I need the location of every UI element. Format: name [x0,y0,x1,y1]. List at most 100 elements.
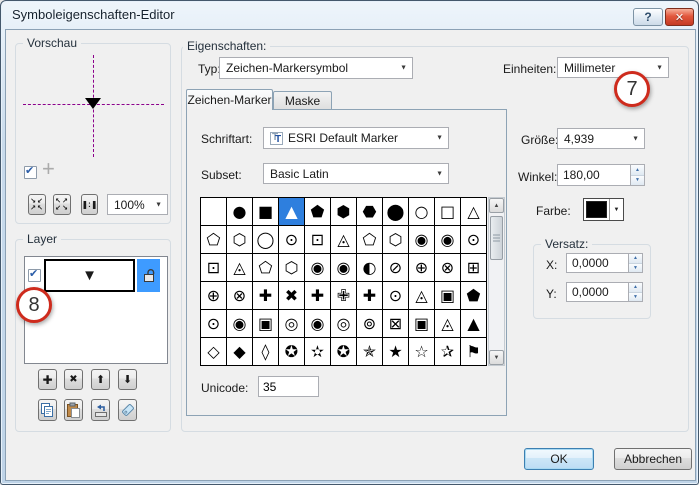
glyph-cell[interactable]: ⬟ [305,198,330,225]
glyph-cell[interactable]: ◉ [435,226,460,253]
glyph-cell[interactable]: ✚ [357,282,382,309]
glyph-cell[interactable]: ⊡ [305,226,330,253]
glyph-cell[interactable]: ✙ [331,282,356,309]
glyph-cell[interactable]: ⊞ [461,254,486,281]
color-picker[interactable]: ▼ [583,198,624,221]
glyph-cell[interactable]: ◉ [331,254,356,281]
glyph-cell[interactable]: ⬠ [253,254,278,281]
glyph-cell[interactable]: ◉ [305,310,330,337]
glyph-cell[interactable]: ⬡ [279,254,304,281]
glyph-cell[interactable]: ⊙ [461,226,486,253]
glyph-cell[interactable]: ⊙ [279,226,304,253]
glyph-cell[interactable]: ⊗ [435,254,460,281]
glyph-cell[interactable]: ⬢ [331,198,356,225]
glyph-cell[interactable]: ★ [383,338,408,365]
glyph-cell[interactable]: ◊ [253,338,278,365]
glyph-cell[interactable]: ⊕ [409,254,434,281]
close-button[interactable]: ✕ [665,8,694,26]
glyph-cell[interactable]: ◎ [331,310,356,337]
glyph-cell[interactable]: ◬ [409,282,434,309]
glyph-cell[interactable]: ✚ [305,282,330,309]
ok-button[interactable]: OK [524,448,594,470]
tab-maske[interactable]: Maske [273,91,332,110]
glyph-cell[interactable]: □ [435,198,460,225]
layer-lock-cell[interactable] [137,259,160,292]
spinner-buttons[interactable]: ▲ ▼ [630,165,644,185]
zoom-level-dropdown[interactable]: 100% ▼ [107,194,168,215]
tab-zeichen-marker[interactable]: Zeichen-Marker [186,89,273,110]
glyph-cell[interactable]: ⊙ [383,282,408,309]
offset-y-spinner[interactable]: 0,0000 ▲ ▼ [566,282,643,302]
glyph-cell[interactable]: ⊘ [383,254,408,281]
glyph-cell[interactable]: ⬠ [357,226,382,253]
glyph-cell[interactable]: ◬ [331,226,356,253]
glyph-cell[interactable]: ◬ [227,254,252,281]
glyph-cell[interactable]: ⬤ [383,198,408,225]
glyph-cell[interactable]: ◇ [201,338,226,365]
glyph-cell[interactable]: ⊡ [201,254,226,281]
glyph-cell[interactable]: ▣ [253,310,278,337]
size-dropdown[interactable]: 4,939 ▼ [557,128,645,149]
cancel-button[interactable]: Abbrechen [614,448,692,470]
glyph-cell[interactable]: △ [461,198,486,225]
glyph-grid-scrollbar[interactable]: ▲ ▼ [488,197,505,366]
angle-spinner[interactable]: 180,00 ▲ ▼ [557,164,645,186]
glyph-cell[interactable] [201,198,226,225]
tag-button[interactable] [118,399,137,421]
zoom-extent-button[interactable]: ↖↗↙↘ [53,194,71,215]
glyph-cell[interactable]: ◉ [305,254,330,281]
glyph-cell[interactable]: ◐ [357,254,382,281]
add-layer-button[interactable]: ✚ [38,369,57,390]
layer-list-item[interactable]: ✔ ▼ [25,257,167,294]
spinner-buttons[interactable]: ▲ ▼ [628,283,642,301]
move-layer-up-button[interactable]: ⬆ [91,369,110,390]
glyph-cell[interactable]: ■ [253,198,278,225]
layer-visible-checkbox[interactable]: ✔ [28,269,41,282]
glyph-cell[interactable]: ⬡ [383,226,408,253]
copy-layer-button[interactable] [38,399,57,421]
glyph-cell[interactable]: ◎ [279,310,304,337]
glyph-cell[interactable]: ▣ [435,282,460,309]
glyph-cell[interactable]: ⬣ [357,198,382,225]
glyph-cell[interactable]: ● [227,198,252,225]
glyph-cell[interactable]: ◉ [227,310,252,337]
spinner-buttons[interactable]: ▲ ▼ [628,254,642,272]
glyph-cell[interactable]: ⬡ [227,226,252,253]
glyph-cell[interactable]: ◆ [227,338,252,365]
glyph-cell[interactable]: ○ [409,198,434,225]
help-button[interactable]: ? [633,8,663,26]
zoom-one-to-one-button[interactable]: ❚:❚ [81,194,98,215]
subset-dropdown[interactable]: Basic Latin ▼ [263,163,449,184]
glyph-cell[interactable]: ⊗ [227,282,252,309]
font-dropdown[interactable]: TT ESRI Default Marker ▼ [263,127,449,149]
glyph-cell[interactable]: ✫ [305,338,330,365]
glyph-cell[interactable]: ▲ [461,310,486,337]
glyph-cell[interactable]: ✰ [435,338,460,365]
glyph-cell[interactable]: ☆ [409,338,434,365]
glyph-cell[interactable]: ⊕ [201,282,226,309]
glyph-cell[interactable]: ⊙ [201,310,226,337]
unicode-input[interactable] [258,376,319,397]
glyph-cell[interactable]: ✚ [253,282,278,309]
glyph-cell[interactable]: ⚑ [461,338,486,365]
glyph-cell[interactable]: ⬟ [461,282,486,309]
layer-symbol-preview[interactable]: ▼ [44,259,135,292]
scroll-up-button[interactable]: ▲ [489,198,504,213]
restore-layer-button[interactable] [91,399,110,421]
glyph-cell[interactable]: ◉ [409,226,434,253]
glyph-cell[interactable]: ▣ [409,310,434,337]
zoom-to-center-button[interactable]: ↘↙↗↖ [28,194,46,215]
offset-x-spinner[interactable]: 0,0000 ▲ ▼ [566,253,643,273]
units-dropdown[interactable]: Millimeter ▼ [557,57,669,78]
remove-layer-button[interactable]: ✖ [64,369,83,390]
glyph-cell[interactable]: ✯ [357,338,382,365]
move-layer-down-button[interactable]: ⬇ [118,369,137,390]
paste-layer-button[interactable] [64,399,83,421]
type-dropdown[interactable]: Zeichen-Markersymbol ▼ [219,57,413,79]
glyph-cell[interactable]: ⊠ [383,310,408,337]
glyph-cell[interactable]: ◯ [253,226,278,253]
scrollbar-thumb[interactable] [490,216,503,260]
glyph-cell[interactable]: ✪ [279,338,304,365]
glyph-cell[interactable]: ▲ [279,198,304,225]
preview-lock-checkbox[interactable]: ✔ [24,166,37,179]
